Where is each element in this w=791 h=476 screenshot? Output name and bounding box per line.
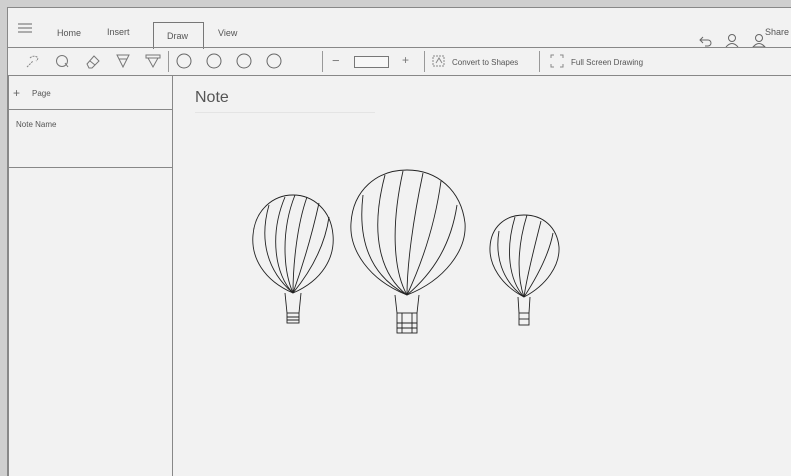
toolbar-separator — [168, 51, 169, 72]
tab-home[interactable]: Home — [57, 28, 81, 38]
undo-icon[interactable] — [699, 32, 713, 48]
tab-view[interactable]: View — [218, 28, 237, 38]
color-circle-4[interactable] — [265, 53, 283, 69]
color-circle-3[interactable] — [235, 53, 253, 69]
tab-insert[interactable]: Insert — [107, 27, 130, 37]
eraser-icon[interactable] — [84, 53, 102, 69]
add-page-button[interactable]: + Page — [8, 76, 172, 110]
color-circle-1[interactable] — [175, 53, 193, 69]
share-button[interactable]: Share — [765, 27, 789, 37]
add-page-label: Page — [32, 89, 51, 98]
draw-toolbar: − + Convert to Shapes Full Screen Drawin… — [8, 48, 791, 75]
convert-to-shapes-button[interactable]: Convert to Shapes — [452, 58, 518, 67]
tab-bar: Home Insert Draw View — [8, 8, 791, 49]
note-title[interactable]: Note — [195, 89, 229, 107]
balloon-right — [489, 214, 560, 326]
balloon-left — [252, 194, 334, 324]
color-circle-2[interactable] — [205, 53, 223, 69]
thickness-increase-button[interactable]: + — [402, 53, 409, 67]
pen-icon[interactable] — [114, 53, 132, 69]
lasso-select-icon[interactable] — [24, 53, 42, 69]
tab-draw[interactable]: Draw — [153, 22, 204, 49]
note-name-label: Note Name — [16, 120, 57, 129]
lasso-icon[interactable] — [53, 53, 71, 69]
hot-air-balloons-drawing[interactable] — [245, 165, 570, 350]
convert-shapes-icon[interactable] — [432, 53, 446, 69]
page-list-item[interactable]: Note Name — [8, 110, 172, 168]
highlighter-icon[interactable] — [144, 53, 162, 69]
pane-edge — [8, 76, 11, 476]
toolbar-separator — [424, 51, 425, 72]
page-list-pane: + Page Note Name — [8, 76, 172, 476]
balloon-center — [350, 169, 466, 334]
window-frame-left — [0, 0, 7, 476]
pane-divider[interactable] — [172, 76, 173, 476]
tab-draw-label: Draw — [167, 31, 189, 41]
note-title-underline — [195, 112, 375, 113]
window-frame-top — [0, 0, 791, 7]
fullscreen-icon[interactable] — [550, 53, 564, 69]
plus-icon: + — [13, 86, 21, 100]
thickness-decrease-button[interactable]: − — [332, 53, 340, 68]
person-icon[interactable] — [725, 32, 739, 48]
toolbar-separator — [539, 51, 540, 72]
full-screen-drawing-button[interactable]: Full Screen Drawing — [571, 58, 643, 67]
menu-icon[interactable] — [18, 23, 32, 33]
toolbar-separator — [322, 51, 323, 72]
share-person-icon[interactable] — [752, 32, 766, 48]
thickness-preview[interactable] — [354, 56, 389, 68]
